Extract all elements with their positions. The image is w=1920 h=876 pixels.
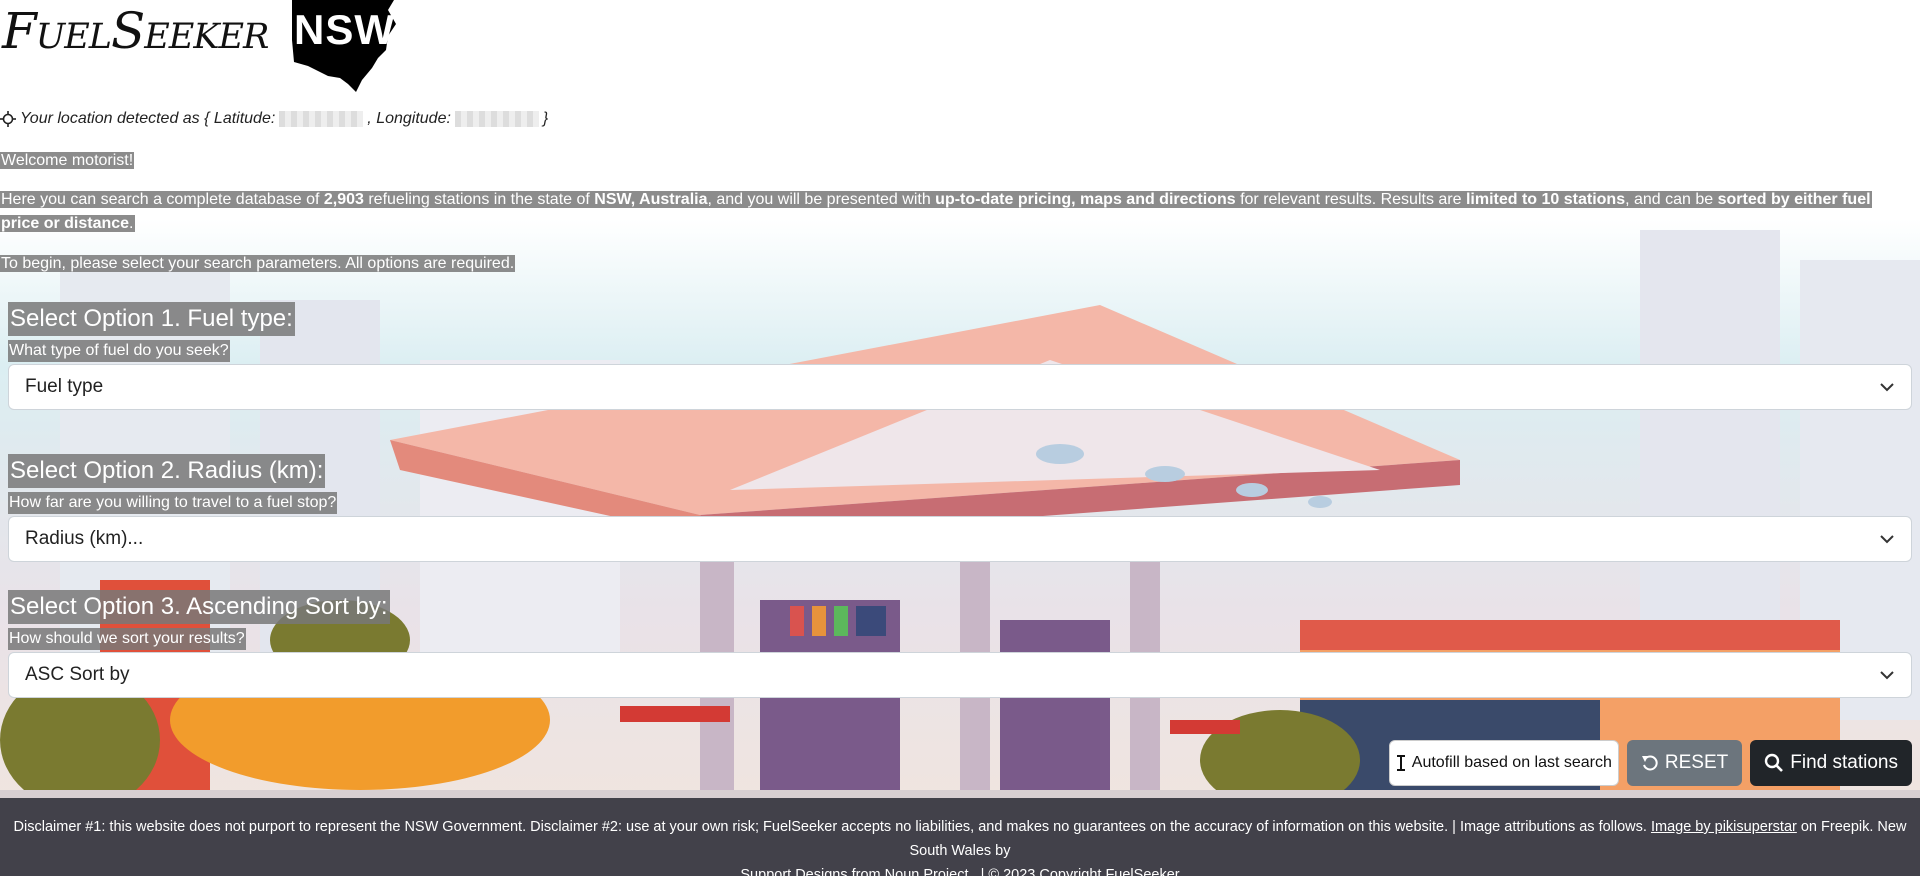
option-3-heading: Select Option 3. Ascending Sort by: xyxy=(8,590,390,624)
intro-paragraph: Here you can search a complete database … xyxy=(0,191,1872,232)
fuel-type-select[interactable]: Fuel type xyxy=(8,364,1912,410)
chevron-down-icon xyxy=(1880,535,1894,544)
reset-label: RESET xyxy=(1664,752,1729,773)
footer: Disclaimer #1: this website does not pur… xyxy=(0,798,1920,876)
option-1-heading: Select Option 1. Fuel type: xyxy=(8,302,295,336)
logo-region-label: NSW xyxy=(294,6,395,53)
fuel-type-selected-value: Fuel type xyxy=(25,376,104,397)
radius-selected-value: Radius (km)... xyxy=(25,528,144,549)
image-attribution-link[interactable]: Image by pikisuperstar xyxy=(1651,819,1797,835)
logo-wordmark: FuelSeeker xyxy=(2,2,269,60)
radius-select[interactable]: Radius (km)... xyxy=(8,516,1912,562)
find-stations-label: Find stations xyxy=(1790,752,1898,773)
footer-line-1: Disclaimer #1: this website does not pur… xyxy=(13,819,1907,859)
action-buttons: Autofill based on last search RESET Find… xyxy=(1388,740,1912,786)
rotate-left-icon xyxy=(1641,755,1658,771)
sort-select[interactable]: ASC Sort by xyxy=(8,652,1912,698)
location-prefix: Your location detected as { Latitude: xyxy=(20,110,276,127)
autofill-button[interactable]: Autofill based on last search xyxy=(1388,740,1619,786)
footer-line-2: Support Designs from Noun Project . | © … xyxy=(0,863,1920,876)
text-cursor-icon xyxy=(1396,755,1405,771)
option-radius: Select Option 2. Radius (km): How far ar… xyxy=(8,454,1912,562)
longitude-value-redacted xyxy=(454,111,539,127)
location-middle: , Longitude: xyxy=(367,110,451,127)
latitude-value-redacted xyxy=(279,111,364,127)
option-fuel-type: Select Option 1. Fuel type: What type of… xyxy=(8,302,1912,410)
sort-selected-value: ASC Sort by xyxy=(25,664,130,685)
search-icon xyxy=(1765,753,1784,772)
welcome-message: Welcome motorist! xyxy=(0,152,135,169)
option-2-heading: Select Option 2. Radius (km): xyxy=(8,454,326,488)
noun-project-link[interactable]: Noun Project xyxy=(885,867,969,876)
option-1-question: What type of fuel do you seek? xyxy=(8,340,230,362)
option-3-question: How should we sort your results? xyxy=(8,628,246,650)
location-suffix: } xyxy=(542,110,549,127)
begin-instructions: To begin, please select your search para… xyxy=(0,255,516,272)
site-logo[interactable]: FuelSeeker NSW xyxy=(0,0,400,92)
reset-button[interactable]: RESET xyxy=(1626,740,1743,786)
find-stations-button[interactable]: Find stations xyxy=(1750,740,1912,786)
chevron-down-icon xyxy=(1880,383,1894,392)
crosshair-icon xyxy=(0,111,16,127)
option-sort: Select Option 3. Ascending Sort by: How … xyxy=(8,590,1912,698)
location-status: Your location detected as { Latitude: , … xyxy=(0,110,548,128)
option-2-question: How far are you willing to travel to a f… xyxy=(8,492,338,514)
autofill-label: Autofill based on last search xyxy=(1411,754,1612,771)
chevron-down-icon xyxy=(1880,671,1894,680)
